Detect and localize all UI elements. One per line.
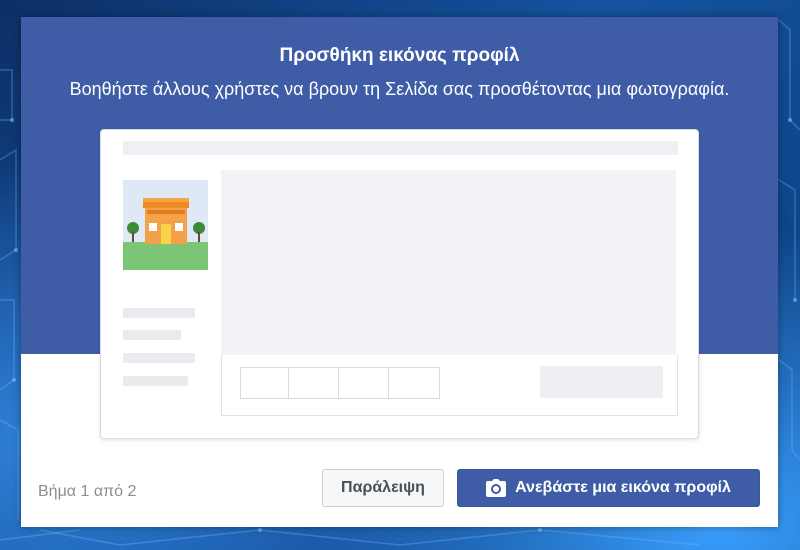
skip-button[interactable]: Παράλειψη — [322, 469, 444, 507]
preview-nav-line — [123, 376, 188, 386]
storefront-icon — [123, 180, 208, 270]
dialog-subtitle: Βοηθήστε άλλους χρήστες να βρουν τη Σελί… — [69, 79, 730, 99]
add-profile-picture-dialog: Προσθήκη εικόνας προφίλ Βοηθήστε άλλους … — [21, 17, 778, 527]
preview-tab — [288, 367, 340, 399]
dialog-title: Προσθήκη εικόνας προφίλ — [279, 45, 520, 66]
preview-tab — [338, 367, 390, 399]
step-indicator: Βήμα 1 από 2 — [38, 483, 137, 500]
preview-tab — [240, 367, 290, 399]
preview-nav-line — [123, 308, 195, 318]
preview-nav-line — [123, 353, 195, 363]
preview-cover-area — [221, 170, 676, 355]
upload-button-label: Ανεβάστε μια εικόνα προφίλ — [515, 479, 731, 496]
preview-top-bar — [123, 141, 678, 155]
preview-nav-line — [123, 330, 181, 340]
camera-icon — [486, 479, 507, 497]
page-preview-illustration — [100, 129, 699, 439]
preview-tab — [388, 367, 440, 399]
upload-profile-picture-button[interactable]: Ανεβάστε μια εικόνα προφίλ — [457, 469, 760, 507]
preview-page-header — [221, 355, 678, 416]
preview-action-button — [540, 366, 663, 398]
